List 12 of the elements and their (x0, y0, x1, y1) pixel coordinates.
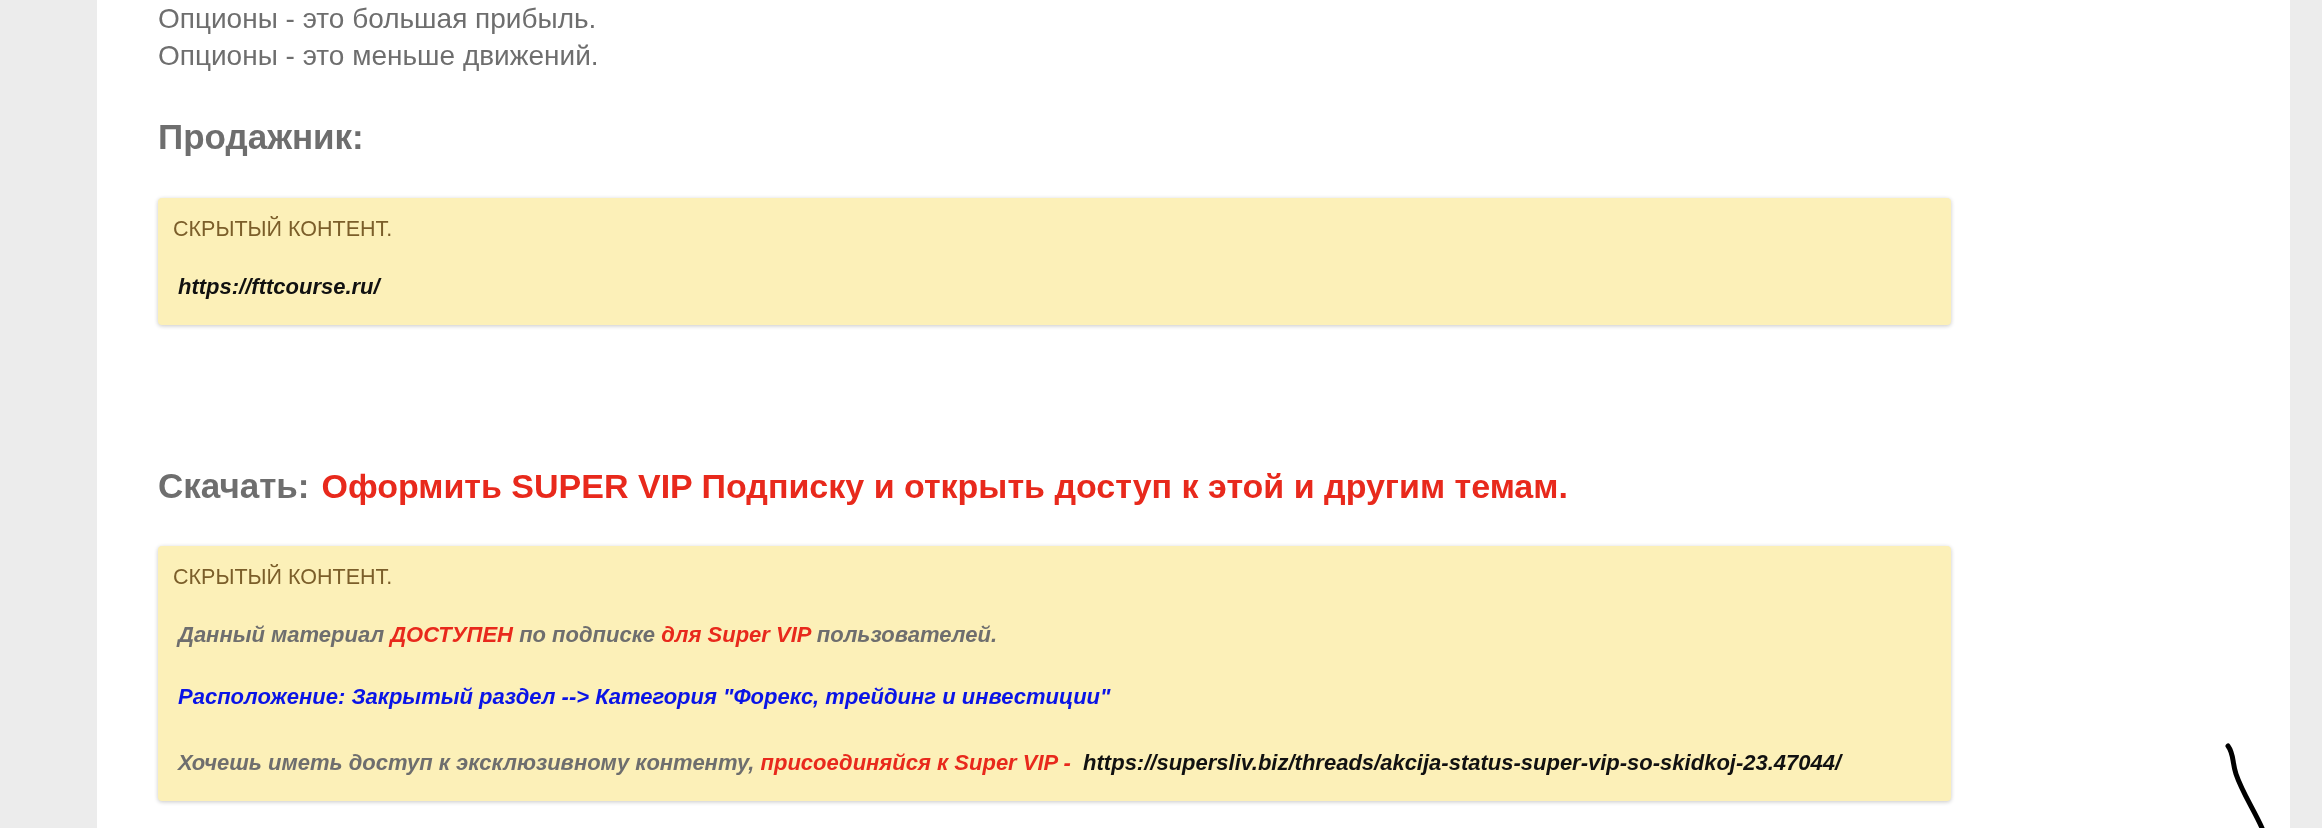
subscribe-link[interactable]: Оформить SUPER VIP Подписку и открыть доступ к этой и другим темам. (321, 467, 1568, 505)
section-heading: Продажник: (158, 117, 364, 157)
body-text: Опционы - это большая прибыль. (158, 2, 597, 36)
info-text: Хочешь иметь доступ к эксклюзивному контенту, присоединяйся к Super VIP - https://supersliv.biz/threads/akcija-status-super-vip-so-skidkoj-23.47044/ (178, 749, 1842, 777)
hidden-content-label: СКРЫТЫЙ КОНТЕНТ. (173, 215, 393, 243)
info-text: Данный материал ДОСТУПЕН по подписке для Super VIP пользователей. (178, 621, 997, 649)
url-link[interactable]: https://fttcourse.ru/ (178, 273, 380, 301)
info-text: Расположение: Закрытый раздел --> Категория "Форекс, трейдинг и инвестиции" (178, 683, 1111, 711)
body-text: Опционы - это меньше движений. (158, 39, 599, 73)
url-link[interactable]: https://supersliv.biz/threads/akcija-status-super-vip-so-skidkoj-23.47044/ (1077, 750, 1842, 775)
hidden-content-label: СКРЫТЫЙ КОНТЕНТ. (173, 563, 393, 591)
section-heading: Скачать: (158, 466, 310, 506)
